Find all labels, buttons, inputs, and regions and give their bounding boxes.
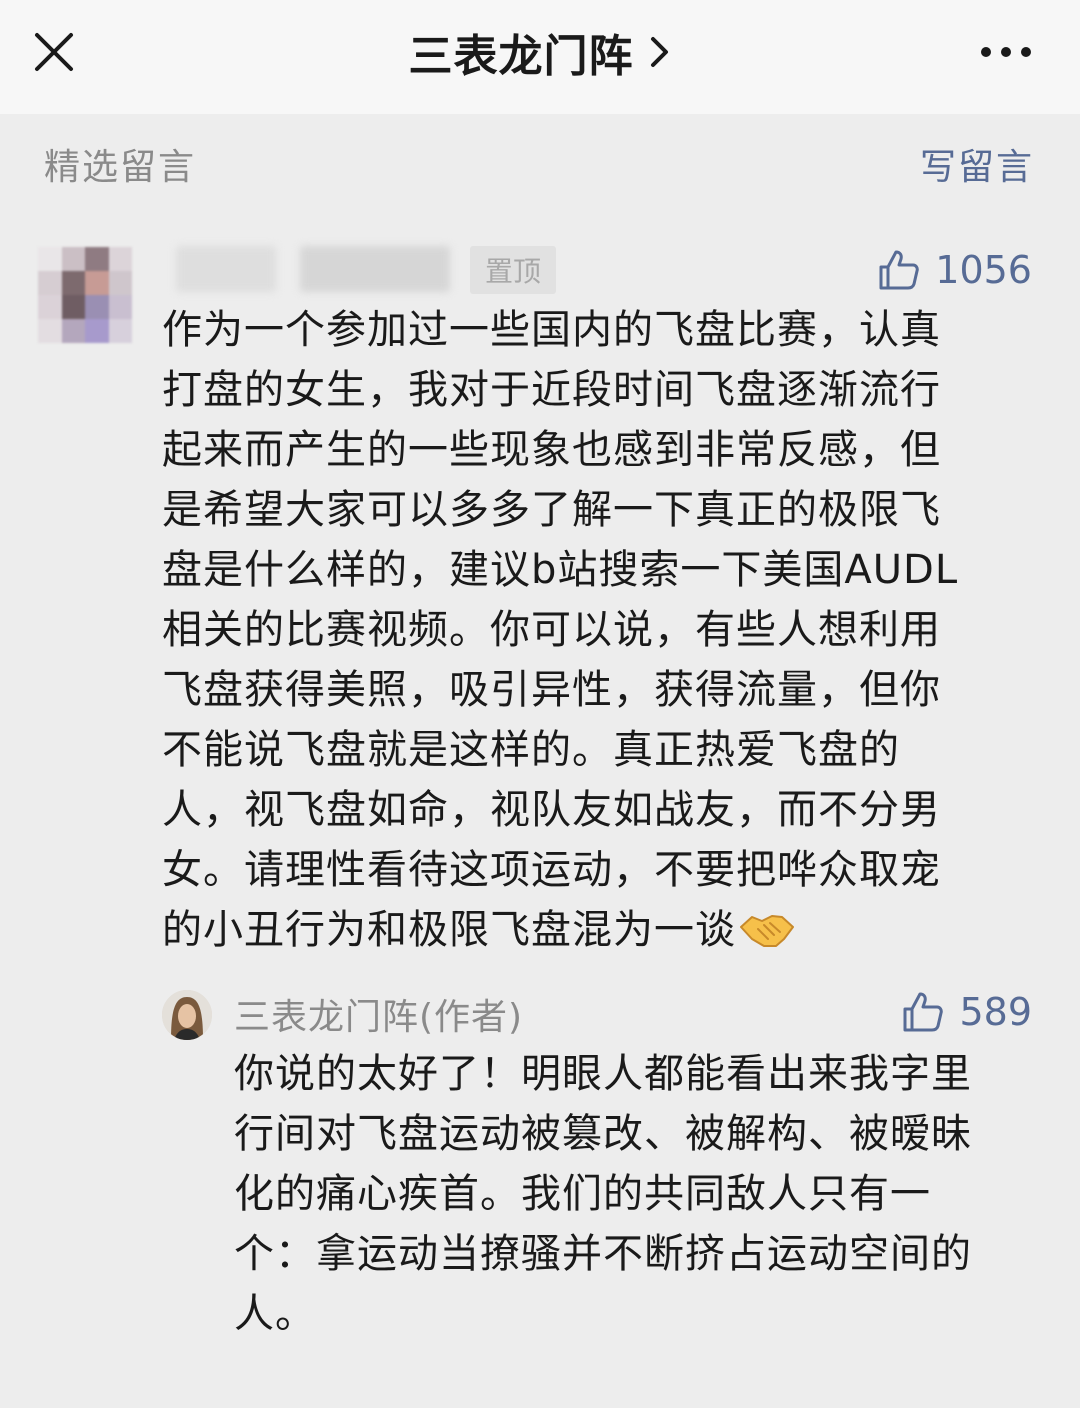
handshake-icon [740, 915, 794, 947]
like-count: 1056 [935, 248, 1032, 292]
reply-like-button[interactable]: 589 [901, 988, 1032, 1036]
pinned-badge: 置顶 [470, 246, 556, 294]
comment-like-button[interactable]: 1056 [877, 246, 1032, 294]
author-avatar[interactable] [162, 990, 212, 1040]
comment-body: 作为一个参加过一些国内的飞盘比赛，认真 打盘的女生，我对于近段时间飞盘逐渐流行 … [162, 300, 1022, 960]
comment-text: 作为一个参加过一些国内的飞盘比赛，认真 打盘的女生，我对于近段时间飞盘逐渐流行 … [162, 307, 959, 953]
thumbs-up-icon [903, 992, 944, 1032]
reply-like-count: 589 [959, 990, 1032, 1034]
reply-body: 你说的太好了！明眼人都能看出来我字里 行间对飞盘运动被篡改、被解构、被暧昧 化的… [234, 1051, 972, 1337]
thumbs-up-icon [879, 250, 920, 290]
chevron-right-icon [650, 37, 668, 67]
section-title: 精选留言 [44, 147, 197, 188]
commenter-avatar[interactable] [38, 247, 132, 343]
commenter-name-redacted [300, 246, 450, 292]
account-title-link[interactable]: 三表龙门阵 [0, 24, 1080, 82]
comments-section-header: 精选留言 写留言 [0, 138, 1080, 188]
top-bar: 三表龙门阵 [0, 0, 1080, 114]
more-button[interactable] [978, 40, 1034, 64]
more-icon [981, 47, 1031, 57]
author-portrait-icon [162, 990, 212, 1040]
page-title: 三表龙门阵 [408, 31, 634, 82]
commenter-name-redacted [176, 246, 276, 292]
write-comment-link[interactable]: 写留言 [920, 138, 1034, 190]
author-name: 三表龙门阵(作者) [234, 997, 524, 1038]
